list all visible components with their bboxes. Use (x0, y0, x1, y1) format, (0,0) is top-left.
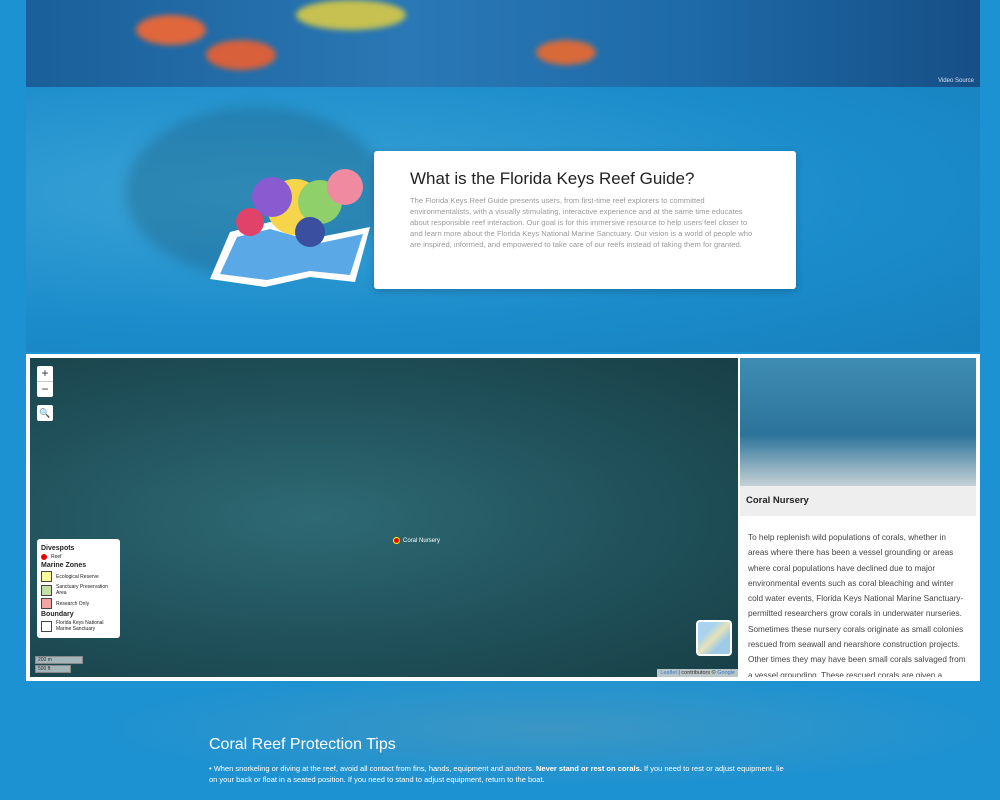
legend-zone: Ecological Reserve (56, 573, 99, 580)
legend-boundary: Florida Keys National Marine Sanctuary (56, 620, 104, 632)
intro-body: The Florida Keys Reef Guide presents use… (410, 196, 753, 249)
scale-feet: 500 ft (35, 665, 71, 673)
tip-text: When snorkeling or diving at the reef, a… (213, 764, 536, 773)
legend-boundary-heading: Boundary (41, 611, 74, 618)
legend-zone: Research Only (56, 600, 90, 607)
fish-image (206, 40, 276, 70)
leaflet-link[interactable]: Leaflet (660, 670, 677, 676)
reef-map-illustration (210, 169, 370, 287)
intro-section: What is the Florida Keys Reef Guide? The… (26, 87, 980, 352)
map-marker-coral-nursery[interactable]: Coral Nursery (393, 537, 440, 544)
zoom-out-button[interactable]: − (37, 381, 53, 397)
legend-zone: Sanctuary Preservation Area (56, 584, 108, 596)
search-button[interactable]: 🔍 (37, 405, 53, 421)
fish-image (136, 15, 206, 45)
legend-zones-heading: Marine Zones (41, 562, 87, 569)
scale-meters: 200 m (35, 656, 83, 664)
swatch-research-only (41, 598, 52, 609)
legend-reef: Reef (51, 554, 62, 560)
map-view[interactable]: + − 🔍 Coral Nursery Divespots Reef Marin… (30, 358, 738, 677)
panel-text: To help replenish wild populations of co… (748, 533, 966, 677)
swatch-ecological-reserve (41, 571, 52, 582)
google-link[interactable]: Google (717, 670, 735, 676)
info-panel: Coral Nursery To help replenish wild pop… (740, 358, 976, 677)
intro-title: What is the Florida Keys Reef Guide? (410, 169, 695, 188)
panel-title: Coral Nursery (740, 486, 976, 516)
tips-section: Coral Reef Protection Tips • When snorke… (0, 681, 1000, 800)
tip-emphasis: Never stand or rest on corals. (535, 764, 642, 773)
tips-title: Coral Reef Protection Tips (209, 736, 396, 753)
minimap[interactable] (696, 620, 732, 656)
swatch-sanctuary-preservation (41, 584, 52, 596)
map-legend: Divespots Reef Marine Zones Ecological R… (37, 539, 120, 638)
fish-image (296, 0, 406, 30)
zoom-in-button[interactable]: + (37, 366, 53, 381)
reef-marker-icon (393, 537, 400, 544)
intro-card: What is the Florida Keys Reef Guide? The… (374, 151, 796, 289)
video-source-link[interactable]: Video Source (938, 78, 974, 84)
search-icon: 🔍 (39, 408, 51, 418)
attribution-text: | contributors © (676, 670, 718, 676)
marker-label: Coral Nursery (403, 537, 441, 544)
swatch-boundary (41, 620, 52, 632)
zoom-control: + − (37, 366, 53, 397)
map-section: + − 🔍 Coral Nursery Divespots Reef Marin… (26, 354, 980, 681)
legend-divespots-heading: Divespots (41, 545, 75, 552)
tip-item: • When snorkeling or diving at the reef,… (209, 764, 784, 784)
video-banner: Video Source (26, 0, 980, 87)
reef-dot-icon (41, 554, 47, 560)
fish-image (536, 40, 596, 65)
map-attribution: Leaflet | contributors © Google (657, 669, 738, 677)
coral-nursery-photo (740, 358, 976, 486)
